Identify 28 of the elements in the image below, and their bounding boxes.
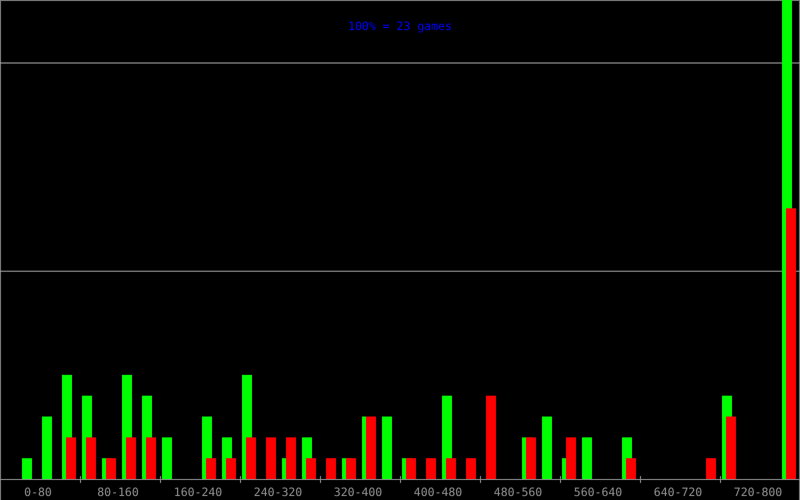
bar bbox=[582, 437, 592, 479]
bar bbox=[106, 458, 116, 479]
bar bbox=[726, 416, 736, 479]
axis-label: 320-400 bbox=[334, 485, 382, 499]
bar bbox=[162, 437, 172, 479]
axis-label: 560-640 bbox=[574, 485, 622, 499]
bar bbox=[466, 458, 476, 479]
bar bbox=[326, 458, 336, 479]
axis-label: 480-560 bbox=[494, 485, 542, 499]
bar bbox=[526, 437, 536, 479]
axis-label: 0-80 bbox=[24, 485, 52, 499]
axis-label: 720-800 bbox=[734, 485, 782, 499]
bar bbox=[22, 458, 32, 479]
bar bbox=[542, 416, 552, 479]
chart-title: 100% = 23 games bbox=[348, 19, 452, 33]
axis-label: 640-720 bbox=[654, 485, 702, 499]
bar bbox=[706, 458, 716, 479]
bar bbox=[382, 416, 392, 479]
bar bbox=[406, 458, 416, 479]
bar bbox=[346, 458, 356, 479]
bar bbox=[42, 416, 52, 479]
axis-label: 240-320 bbox=[254, 485, 302, 499]
bar bbox=[366, 416, 376, 479]
axis-label: 160-240 bbox=[174, 485, 222, 499]
axis-label: 80-160 bbox=[97, 485, 139, 499]
bar bbox=[266, 437, 276, 479]
axis-label: 400-480 bbox=[414, 485, 462, 499]
bar bbox=[426, 458, 436, 479]
